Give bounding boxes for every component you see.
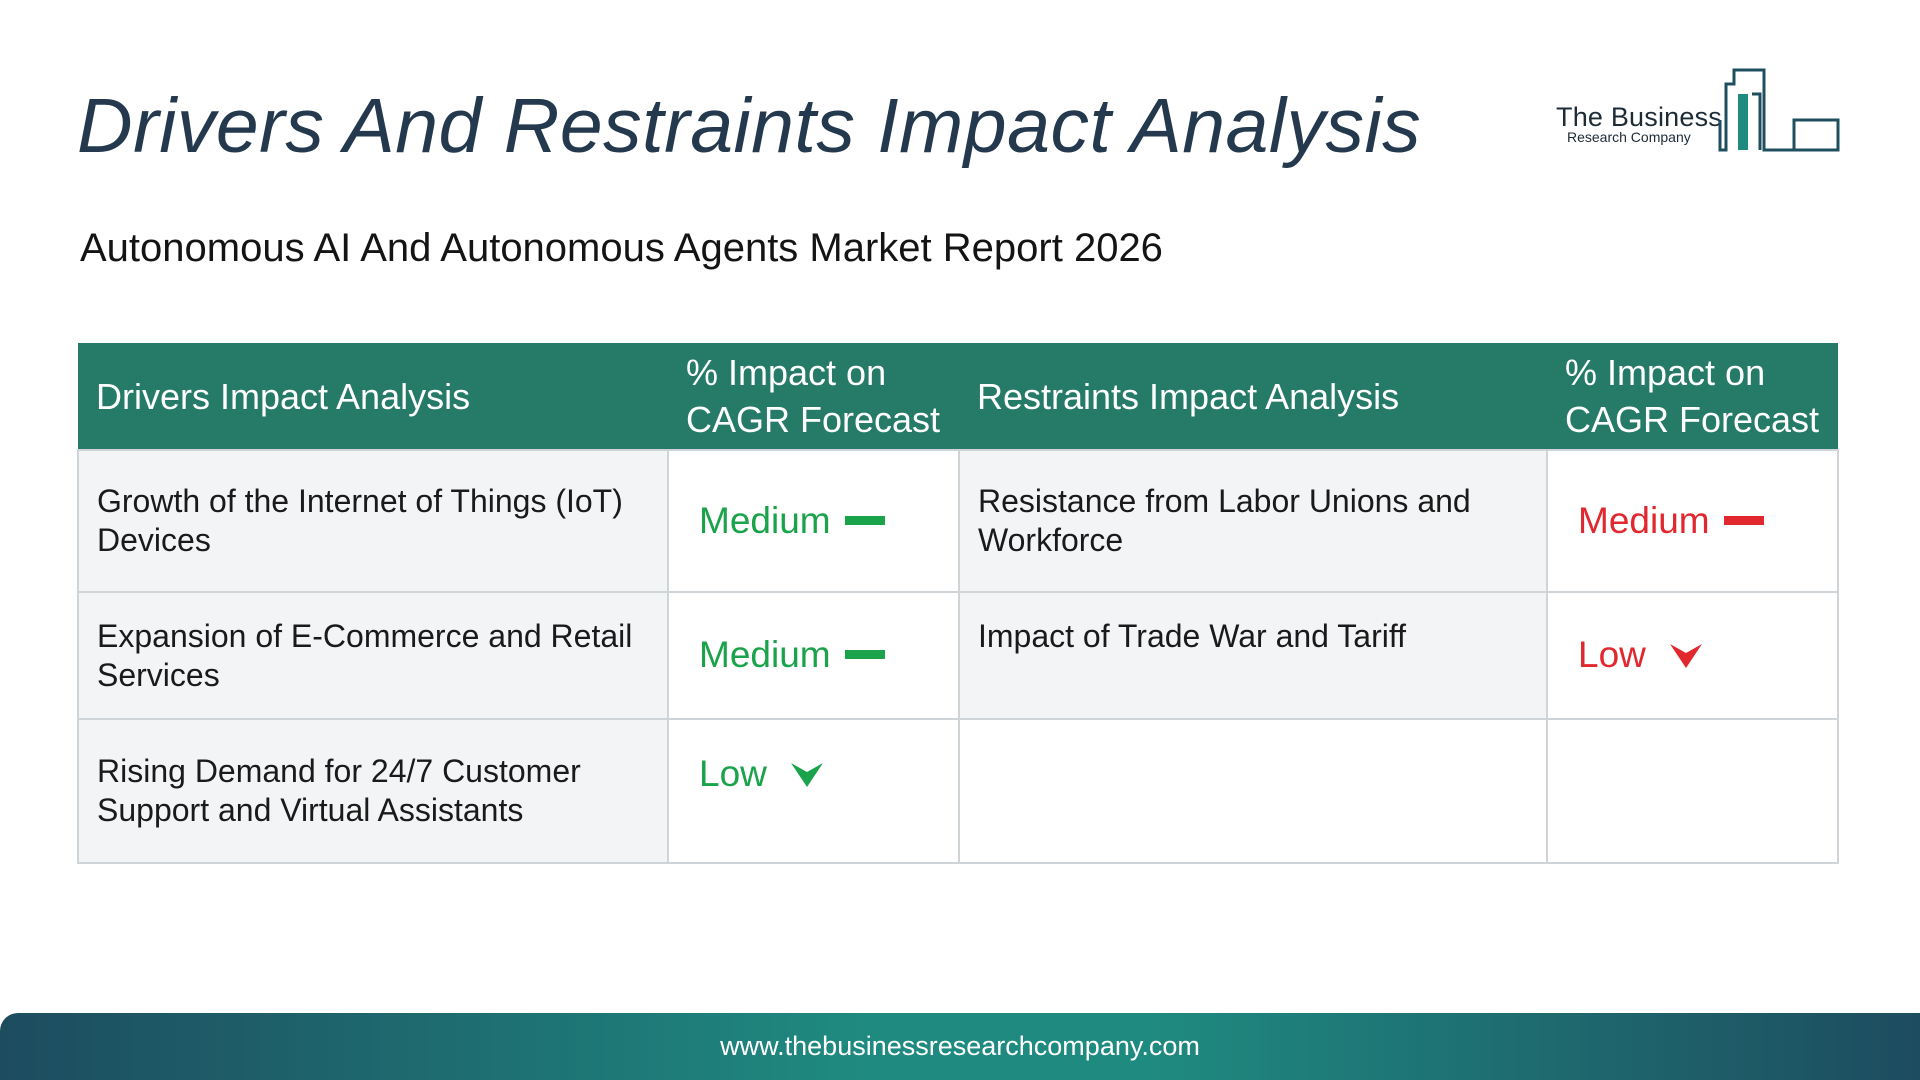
dash-icon bbox=[1723, 515, 1764, 525]
company-logo: The Business Research Company bbox=[1550, 64, 1840, 164]
dash-icon bbox=[844, 515, 885, 525]
down-arrow-icon bbox=[790, 762, 823, 787]
header-drivers-impact: % Impact on CAGR Forecast bbox=[668, 343, 959, 450]
restraint-cell: Impact of Trade War and Tariff bbox=[958, 591, 1548, 720]
driver-cell: Rising Demand for 24/7 Customer Support … bbox=[77, 718, 669, 864]
impact-level: Low bbox=[699, 753, 767, 794]
impact-table: Drivers Impact Analysis % Impact on CAGR… bbox=[77, 343, 1839, 864]
driver-impact-cell: Low bbox=[667, 718, 960, 864]
page-title: Drivers And Restraints Impact Analysis bbox=[77, 83, 1422, 169]
impact-indicator: Medium bbox=[699, 635, 885, 674]
impact-indicator: Medium bbox=[1578, 501, 1764, 540]
building-bars-icon bbox=[1718, 68, 1840, 152]
slide: Drivers And Restraints Impact Analysis T… bbox=[0, 0, 1920, 1080]
logo-subname: Research Company bbox=[1567, 129, 1691, 145]
report-subtitle: Autonomous AI And Autonomous Agents Mark… bbox=[80, 226, 1163, 270]
impact-level: Low bbox=[1578, 634, 1646, 675]
header-restraints-impact: % Impact on CAGR Forecast bbox=[1547, 343, 1838, 450]
impact-level: Medium bbox=[699, 499, 831, 541]
table-row: Growth of the Internet of Things (IoT) D… bbox=[77, 449, 1839, 593]
header-drivers: Drivers Impact Analysis bbox=[78, 343, 668, 450]
impact-level: Medium bbox=[1578, 499, 1710, 541]
restraint-impact-cell: Medium bbox=[1546, 449, 1839, 593]
driver-cell: Growth of the Internet of Things (IoT) D… bbox=[77, 449, 669, 593]
down-arrow-icon bbox=[1669, 643, 1702, 668]
footer-url[interactable]: www.thebusinessresearchcompany.com bbox=[0, 1031, 1920, 1062]
table-header-row: Drivers Impact Analysis % Impact on CAGR… bbox=[78, 343, 1838, 450]
header-restraints: Restraints Impact Analysis bbox=[959, 343, 1547, 450]
impact-indicator: Medium bbox=[699, 501, 885, 540]
table-row: Expansion of E-Commerce and Retail Servi… bbox=[77, 591, 1839, 720]
impact-indicator: Low bbox=[1578, 635, 1704, 674]
impact-indicator: Low bbox=[699, 754, 825, 793]
restraint-cell: Resistance from Labor Unions and Workfor… bbox=[958, 449, 1548, 593]
driver-impact-cell: Medium bbox=[667, 591, 960, 720]
impact-level: Medium bbox=[699, 634, 831, 675]
restraint-text: Impact of Trade War and Tariff bbox=[978, 618, 1407, 654]
dash-icon bbox=[844, 650, 885, 659]
restraint-cell-empty bbox=[958, 718, 1548, 864]
driver-impact-cell: Medium bbox=[667, 449, 960, 593]
restraint-impact-cell-empty bbox=[1546, 718, 1839, 864]
restraint-impact-cell: Low bbox=[1546, 591, 1839, 720]
driver-cell: Expansion of E-Commerce and Retail Servi… bbox=[77, 591, 669, 720]
table-row: Rising Demand for 24/7 Customer Support … bbox=[77, 718, 1839, 864]
footer-bar: www.thebusinessresearchcompany.com bbox=[0, 1013, 1920, 1080]
